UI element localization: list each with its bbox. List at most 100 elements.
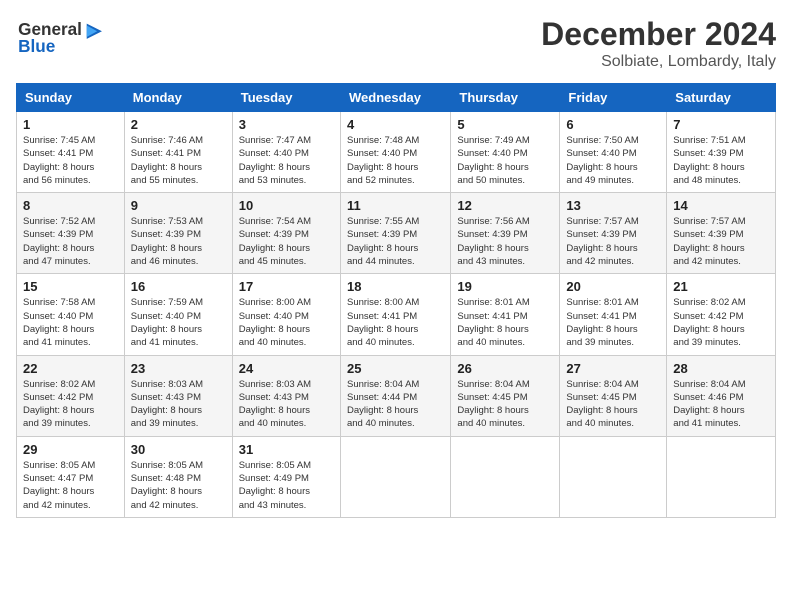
day-info: Sunrise: 8:05 AMSunset: 4:49 PMDaylight:… <box>239 459 334 512</box>
day-number: 10 <box>239 198 334 213</box>
day-info: Sunrise: 7:58 AMSunset: 4:40 PMDaylight:… <box>23 296 118 349</box>
calendar-cell: 14Sunrise: 7:57 AMSunset: 4:39 PMDayligh… <box>667 193 776 274</box>
day-info: Sunrise: 8:04 AMSunset: 4:45 PMDaylight:… <box>457 378 553 431</box>
day-info: Sunrise: 8:03 AMSunset: 4:43 PMDaylight:… <box>131 378 226 431</box>
calendar-cell: 1 Sunrise: 7:45 AMSunset: 4:41 PMDaylight… <box>17 112 125 193</box>
day-number: 4 <box>347 117 444 132</box>
calendar-header-row: SundayMondayTuesdayWednesdayThursdayFrid… <box>17 84 776 112</box>
day-number: 9 <box>131 198 226 213</box>
day-number: 16 <box>131 279 226 294</box>
calendar-cell: 9 Sunrise: 7:53 AMSunset: 4:39 PMDaylight… <box>124 193 232 274</box>
day-info: Sunrise: 7:54 AMSunset: 4:39 PMDaylight:… <box>239 215 334 268</box>
day-number: 7 <box>673 117 769 132</box>
day-info: Sunrise: 8:00 AMSunset: 4:40 PMDaylight:… <box>239 296 334 349</box>
day-number: 19 <box>457 279 553 294</box>
calendar-cell: 23 Sunrise: 8:03 AMSunset: 4:43 PMDayligh… <box>124 355 232 436</box>
day-number: 13 <box>566 198 660 213</box>
day-info: Sunrise: 8:00 AMSunset: 4:41 PMDaylight:… <box>347 296 444 349</box>
calendar-table: SundayMondayTuesdayWednesdayThursdayFrid… <box>16 83 776 518</box>
page-title: December 2024 <box>541 16 776 53</box>
day-number: 27 <box>566 361 660 376</box>
day-info: Sunrise: 8:04 AMSunset: 4:45 PMDaylight:… <box>566 378 660 431</box>
calendar-cell: 18Sunrise: 8:00 AMSunset: 4:41 PMDayligh… <box>340 274 450 355</box>
day-number: 22 <box>23 361 118 376</box>
calendar-cell: 10 Sunrise: 7:54 AMSunset: 4:39 PMDayligh… <box>232 193 340 274</box>
day-number: 12 <box>457 198 553 213</box>
calendar-cell: 22 Sunrise: 8:02 AMSunset: 4:42 PMDayligh… <box>17 355 125 436</box>
calendar-week-row: 29Sunrise: 8:05 AMSunset: 4:47 PMDayligh… <box>17 436 776 517</box>
day-info: Sunrise: 8:01 AMSunset: 4:41 PMDaylight:… <box>457 296 553 349</box>
logo-svg: General Blue <box>16 16 106 56</box>
day-number: 15 <box>23 279 118 294</box>
day-number: 5 <box>457 117 553 132</box>
page-subtitle: Solbiate, Lombardy, Italy <box>541 53 776 71</box>
day-info: Sunrise: 7:49 AMSunset: 4:40 PMDaylight:… <box>457 134 553 187</box>
day-number: 8 <box>23 198 118 213</box>
day-number: 17 <box>239 279 334 294</box>
day-info: Sunrise: 7:53 AMSunset: 4:39 PMDaylight:… <box>131 215 226 268</box>
day-number: 21 <box>673 279 769 294</box>
day-info: Sunrise: 7:59 AMSunset: 4:40 PMDaylight:… <box>131 296 226 349</box>
day-number: 2 <box>131 117 226 132</box>
day-number: 14 <box>673 198 769 213</box>
calendar-cell: 20 Sunrise: 8:01 AMSunset: 4:41 PMDayligh… <box>560 274 667 355</box>
day-info: Sunrise: 8:03 AMSunset: 4:43 PMDaylight:… <box>239 378 334 431</box>
day-info: Sunrise: 7:50 AMSunset: 4:40 PMDaylight:… <box>566 134 660 187</box>
day-number: 24 <box>239 361 334 376</box>
calendar-cell: 11 Sunrise: 7:55 AMSunset: 4:39 PMDayligh… <box>340 193 450 274</box>
day-number: 3 <box>239 117 334 132</box>
day-number: 28 <box>673 361 769 376</box>
svg-text:Blue: Blue <box>18 36 55 56</box>
calendar-cell <box>340 436 450 517</box>
page-header: General Blue December 2024 Solbiate, Lom… <box>16 16 776 71</box>
day-info: Sunrise: 7:45 AMSunset: 4:41 PMDaylight:… <box>23 134 118 187</box>
day-info: Sunrise: 8:05 AMSunset: 4:48 PMDaylight:… <box>131 459 226 512</box>
calendar-week-row: 22 Sunrise: 8:02 AMSunset: 4:42 PMDayligh… <box>17 355 776 436</box>
calendar-cell <box>451 436 560 517</box>
calendar-cell: 16 Sunrise: 7:59 AMSunset: 4:40 PMDayligh… <box>124 274 232 355</box>
weekday-header: Sunday <box>17 84 125 112</box>
calendar-week-row: 8 Sunrise: 7:52 AMSunset: 4:39 PMDaylight… <box>17 193 776 274</box>
weekday-header: Monday <box>124 84 232 112</box>
day-number: 11 <box>347 198 444 213</box>
weekday-header: Friday <box>560 84 667 112</box>
day-number: 31 <box>239 442 334 457</box>
calendar-week-row: 15 Sunrise: 7:58 AMSunset: 4:40 PMDayligh… <box>17 274 776 355</box>
day-number: 20 <box>566 279 660 294</box>
calendar-week-row: 1 Sunrise: 7:45 AMSunset: 4:41 PMDaylight… <box>17 112 776 193</box>
day-info: Sunrise: 7:47 AMSunset: 4:40 PMDaylight:… <box>239 134 334 187</box>
calendar-cell: 30 Sunrise: 8:05 AMSunset: 4:48 PMDayligh… <box>124 436 232 517</box>
day-info: Sunrise: 7:48 AMSunset: 4:40 PMDaylight:… <box>347 134 444 187</box>
day-number: 23 <box>131 361 226 376</box>
day-number: 1 <box>23 117 118 132</box>
day-info: Sunrise: 7:56 AMSunset: 4:39 PMDaylight:… <box>457 215 553 268</box>
calendar-cell: 24 Sunrise: 8:03 AMSunset: 4:43 PMDayligh… <box>232 355 340 436</box>
day-info: Sunrise: 7:52 AMSunset: 4:39 PMDaylight:… <box>23 215 118 268</box>
weekday-header: Wednesday <box>340 84 450 112</box>
calendar-cell: 25 Sunrise: 8:04 AMSunset: 4:44 PMDayligh… <box>340 355 450 436</box>
weekday-header: Tuesday <box>232 84 340 112</box>
day-number: 25 <box>347 361 444 376</box>
day-number: 29 <box>23 442 118 457</box>
calendar-cell: 17 Sunrise: 8:00 AMSunset: 4:40 PMDayligh… <box>232 274 340 355</box>
day-info: Sunrise: 8:01 AMSunset: 4:41 PMDaylight:… <box>566 296 660 349</box>
title-block: December 2024 Solbiate, Lombardy, Italy <box>541 16 776 71</box>
calendar-cell: 15 Sunrise: 7:58 AMSunset: 4:40 PMDayligh… <box>17 274 125 355</box>
logo: General Blue <box>16 16 106 56</box>
day-number: 6 <box>566 117 660 132</box>
day-info: Sunrise: 7:57 AMSunset: 4:39 PMDaylight:… <box>566 215 660 268</box>
calendar-cell: 2Sunrise: 7:46 AMSunset: 4:41 PMDaylight… <box>124 112 232 193</box>
calendar-cell: 26 Sunrise: 8:04 AMSunset: 4:45 PMDayligh… <box>451 355 560 436</box>
calendar-cell: 19 Sunrise: 8:01 AMSunset: 4:41 PMDayligh… <box>451 274 560 355</box>
calendar-cell: 27 Sunrise: 8:04 AMSunset: 4:45 PMDayligh… <box>560 355 667 436</box>
calendar-cell: 4 Sunrise: 7:48 AMSunset: 4:40 PMDaylight… <box>340 112 450 193</box>
day-info: Sunrise: 8:02 AMSunset: 4:42 PMDaylight:… <box>23 378 118 431</box>
day-number: 30 <box>131 442 226 457</box>
calendar-cell <box>560 436 667 517</box>
day-info: Sunrise: 8:04 AMSunset: 4:44 PMDaylight:… <box>347 378 444 431</box>
calendar-cell: 6 Sunrise: 7:50 AMSunset: 4:40 PMDaylight… <box>560 112 667 193</box>
weekday-header: Saturday <box>667 84 776 112</box>
day-info: Sunrise: 7:55 AMSunset: 4:39 PMDaylight:… <box>347 215 444 268</box>
day-number: 26 <box>457 361 553 376</box>
day-info: Sunrise: 7:51 AMSunset: 4:39 PMDaylight:… <box>673 134 769 187</box>
